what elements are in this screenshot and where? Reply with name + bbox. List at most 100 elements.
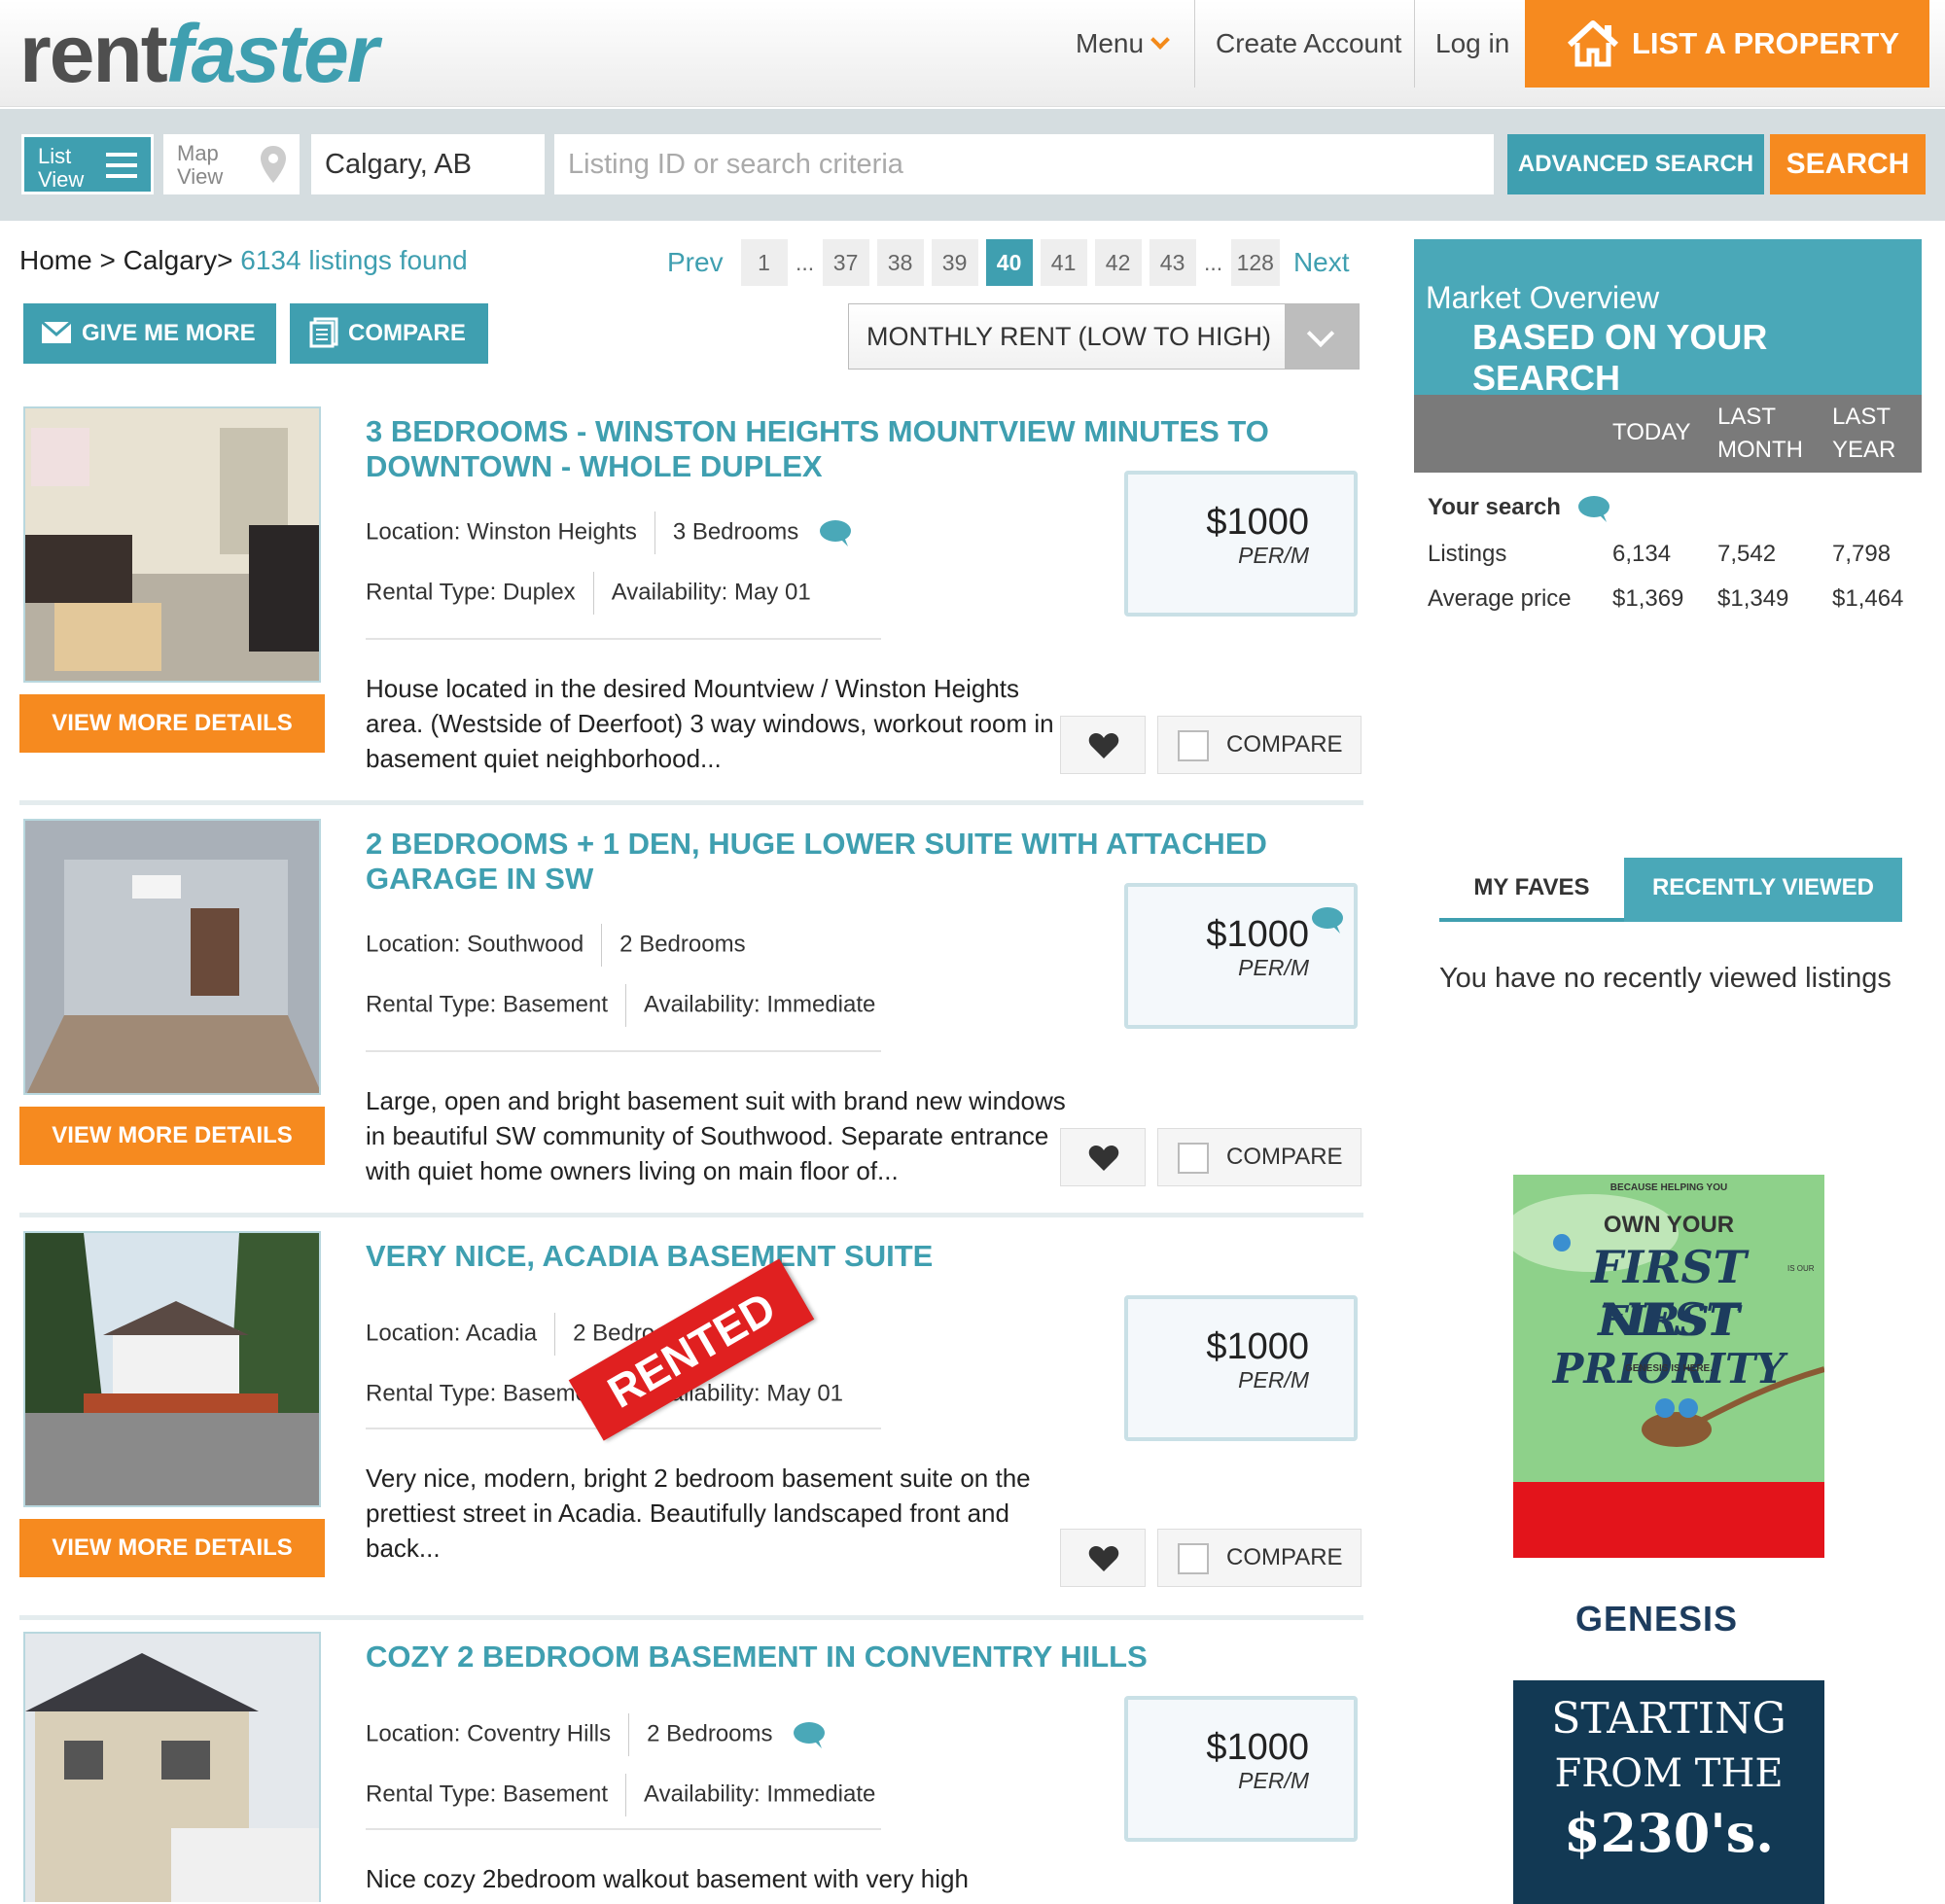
favorite-button[interactable] [1060, 1128, 1146, 1186]
listing-photo[interactable] [23, 819, 321, 1095]
speech-bubble-icon[interactable] [819, 519, 852, 547]
menu-button[interactable]: Menu [1056, 0, 1186, 88]
listing-availability: Availability: May 01 [611, 579, 811, 606]
heart-icon [1088, 733, 1119, 758]
advanced-search-button[interactable]: ADVANCED SEARCH [1507, 134, 1764, 194]
listing-photo[interactable] [23, 1632, 321, 1902]
page-ellipsis: ... [1203, 250, 1223, 275]
market-value: $1,369 [1612, 585, 1684, 612]
price-period: PER/M [1238, 543, 1309, 568]
listing-photo[interactable] [23, 1231, 321, 1507]
compare-checkbox[interactable]: COMPARE [1157, 716, 1362, 774]
chevron-down-icon [1285, 304, 1359, 369]
col-last-month: MONTH [1717, 437, 1803, 463]
view-more-details-button[interactable]: VIEW MORE DETAILS [19, 694, 325, 753]
recently-viewed-empty-message: You have no recently viewed listings [1439, 963, 1892, 994]
chevron-down-icon [1150, 30, 1170, 50]
market-value: 7,542 [1717, 541, 1777, 567]
create-account-link[interactable]: Create Account [1196, 0, 1421, 88]
list-icon [106, 153, 137, 178]
nav-divider [1194, 0, 1195, 88]
checkbox[interactable] [1178, 1143, 1209, 1174]
ad2-line-2: FROM THE [1554, 1751, 1784, 1796]
breadcrumb-city[interactable]: Calgary [124, 245, 217, 275]
genesis-ad-banner[interactable]: BECAUSE HELPING YOU OWN YOUR FIRST NEST … [1513, 1175, 1824, 1558]
checkbox[interactable] [1178, 1543, 1209, 1574]
sort-select[interactable]: MONTHLY RENT (LOW TO HIGH) [848, 303, 1360, 370]
favorite-button[interactable] [1060, 1529, 1146, 1587]
favorite-button[interactable] [1060, 716, 1146, 774]
page-link[interactable]: 39 [931, 239, 978, 286]
price-amount: $1000 [1206, 1727, 1309, 1768]
listing-title[interactable]: COZY 2 BEDROOM BASEMENT IN CONVENTRY HIL… [366, 1640, 1338, 1675]
heart-icon [1088, 1146, 1119, 1171]
search-bar: List View Map View ADVANCED SEARCH SEARC… [0, 109, 1945, 221]
city-input[interactable] [311, 134, 545, 194]
ad-small-text: GENESIS IS HERE. [1624, 1363, 1714, 1374]
menu-label: Menu [1076, 28, 1145, 58]
listing-bedrooms: 3 Bedrooms [672, 518, 799, 546]
ad-headline-3: FIRST PRIORITY [1552, 1297, 1786, 1393]
heart-icon [1088, 1546, 1119, 1571]
compare-top-button[interactable]: COMPARE [290, 303, 488, 364]
basement-room-photo [25, 821, 319, 1093]
listing-availability: Availability: Immediate [644, 991, 876, 1018]
rentfaster-logo[interactable]: rentfaster [19, 8, 378, 99]
logo-text-rent: rent [19, 8, 168, 99]
search-button[interactable]: SEARCH [1770, 134, 1926, 194]
price-period: PER/M [1238, 1768, 1309, 1793]
speech-bubble-icon[interactable] [793, 1721, 826, 1748]
tab-my-faves[interactable]: MY FAVES [1439, 858, 1624, 922]
market-overview-title: Market Overview [1426, 280, 1660, 315]
listing-photo[interactable] [23, 406, 321, 683]
divider [366, 1828, 881, 1830]
document-icon [309, 317, 338, 348]
pagination-prev[interactable]: Prev [661, 239, 729, 286]
compare-label: COMPARE [1226, 1144, 1343, 1170]
checkbox[interactable] [1178, 730, 1209, 761]
give-me-more-button[interactable]: GIVE ME MORE [23, 303, 276, 364]
list-a-property-label: LIST A PROPERTY [1632, 26, 1900, 60]
speech-bubble-icon[interactable] [1577, 495, 1610, 522]
listing-availability: Availability: Immediate [644, 1781, 876, 1808]
market-row-label: Average price [1428, 585, 1572, 612]
genesis-logo[interactable]: GENESIS [1575, 1599, 1738, 1640]
page-link[interactable]: 128 [1230, 239, 1280, 286]
compare-top-label: COMPARE [348, 320, 466, 346]
ad-small-text: BECAUSE HELPING YOU [1609, 1182, 1728, 1193]
view-more-details-button[interactable]: VIEW MORE DETAILS [19, 1107, 325, 1165]
page-link[interactable]: 37 [822, 239, 869, 286]
listing-card: VIEW MORE DETAILS VERY NICE, ACADIA BASE… [19, 1231, 1363, 1620]
log-in-link[interactable]: Log in [1416, 0, 1529, 88]
pagination-next[interactable]: Next [1288, 239, 1356, 286]
starting-price-ad[interactable]: STARTING FROM THE $230's. [1513, 1680, 1824, 1904]
breadcrumb-home[interactable]: Home [19, 245, 92, 275]
ad2-line-3: $230's. [1563, 1802, 1775, 1864]
page-link-active[interactable]: 40 [985, 239, 1033, 286]
list-view-toggle[interactable]: List View [21, 134, 154, 194]
listing-meta-row: Location: Coventry Hills 2 Bedrooms [366, 1713, 826, 1756]
compare-checkbox[interactable]: COMPARE [1157, 1529, 1362, 1587]
speech-bubble-icon[interactable] [1311, 906, 1344, 934]
page-link[interactable]: 41 [1040, 239, 1087, 286]
page-link[interactable]: 42 [1094, 239, 1142, 286]
col-today: TODAY [1612, 419, 1691, 445]
market-value: 6,134 [1612, 541, 1672, 567]
listing-rental-type: Rental Type: Basement [366, 1781, 609, 1808]
search-criteria-input[interactable] [554, 134, 1494, 194]
map-view-toggle[interactable]: Map View [163, 134, 300, 194]
listing-rental-type: Rental Type: Basement [366, 991, 609, 1018]
tab-recently-viewed[interactable]: RECENTLY VIEWED [1624, 858, 1902, 922]
price-period: PER/M [1238, 955, 1309, 980]
list-a-property-button[interactable]: LIST A PROPERTY [1525, 0, 1929, 88]
page-link[interactable]: 38 [876, 239, 924, 286]
listing-description: Nice cozy 2bedroom walkout basement with… [366, 1864, 969, 1893]
page-link[interactable]: 1 [740, 239, 788, 286]
compare-checkbox[interactable]: COMPARE [1157, 1128, 1362, 1186]
listing-description: Large, open and bright basement suit wit… [366, 1086, 1066, 1185]
listing-card: COZY 2 BEDROOM BASEMENT IN CONVENTRY HIL… [19, 1632, 1363, 1902]
view-more-details-button[interactable]: VIEW MORE DETAILS [19, 1519, 325, 1577]
listing-title[interactable]: VERY NICE, ACADIA BASEMENT SUITE [366, 1239, 1338, 1274]
page-ellipsis: ... [795, 250, 815, 275]
page-link[interactable]: 43 [1149, 239, 1196, 286]
